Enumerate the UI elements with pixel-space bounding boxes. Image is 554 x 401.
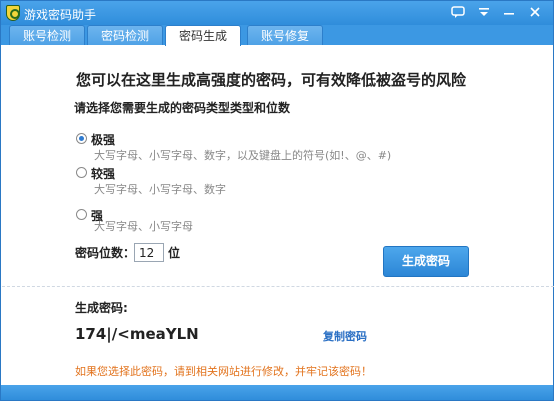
page-headline: 您可以在这里生成高强度的密码，可有效降低被盗号的风险 xyxy=(76,71,467,89)
length-unit: 位 xyxy=(168,246,181,260)
radio-stronger[interactable] xyxy=(76,167,87,178)
menu-icon[interactable] xyxy=(473,4,495,22)
section-divider xyxy=(2,286,554,287)
page-subhead: 请选择您需要生成的密码类型类型和位数 xyxy=(74,101,291,115)
generate-password-button[interactable]: 生成密码 xyxy=(383,246,469,277)
option-desc-very-strong: 大写字母、小写字母、数字，以及键盘上的符号(如!、@、#) xyxy=(94,149,392,162)
option-desc-stronger: 大写字母、小写字母、数字 xyxy=(94,183,226,196)
length-input[interactable] xyxy=(134,243,164,262)
close-icon[interactable] xyxy=(524,4,546,22)
option-label-very-strong[interactable]: 极强 xyxy=(91,131,115,148)
length-label: 密码位数： xyxy=(75,246,136,260)
option-desc-strong: 大写字母、小写字母 xyxy=(94,220,193,233)
tab-bar: 账号检测 密码检测 密码生成 账号修复 xyxy=(1,25,553,46)
bottom-bar xyxy=(1,385,553,400)
tab-account-check[interactable]: 账号检测 xyxy=(9,25,85,45)
tab-password-check[interactable]: 密码检测 xyxy=(87,25,163,45)
feedback-icon[interactable] xyxy=(447,4,469,22)
minimize-icon[interactable] xyxy=(498,4,520,22)
option-label-stronger[interactable]: 较强 xyxy=(91,165,115,182)
app-window: 游戏密码助手 账号检测 密码检测 密码生成 账号修复 您可以在这里生成高强度的密… xyxy=(0,0,554,401)
radio-strong[interactable] xyxy=(76,209,87,220)
copy-password-link[interactable]: 复制密码 xyxy=(323,328,367,344)
warning-text: 如果您选择此密码，请到相关网站进行修改，并牢记该密码！ xyxy=(75,365,372,378)
radio-very-strong[interactable] xyxy=(76,133,87,144)
generated-password: 174|/<meaYLN xyxy=(75,325,199,343)
result-label: 生成密码: xyxy=(75,301,128,315)
tab-account-repair[interactable]: 账号修复 xyxy=(247,25,323,45)
window-title: 游戏密码助手 xyxy=(24,8,97,22)
shield-key-icon xyxy=(6,5,20,21)
tab-password-generate[interactable]: 密码生成 xyxy=(165,25,241,46)
title-bar: 游戏密码助手 xyxy=(1,1,553,25)
